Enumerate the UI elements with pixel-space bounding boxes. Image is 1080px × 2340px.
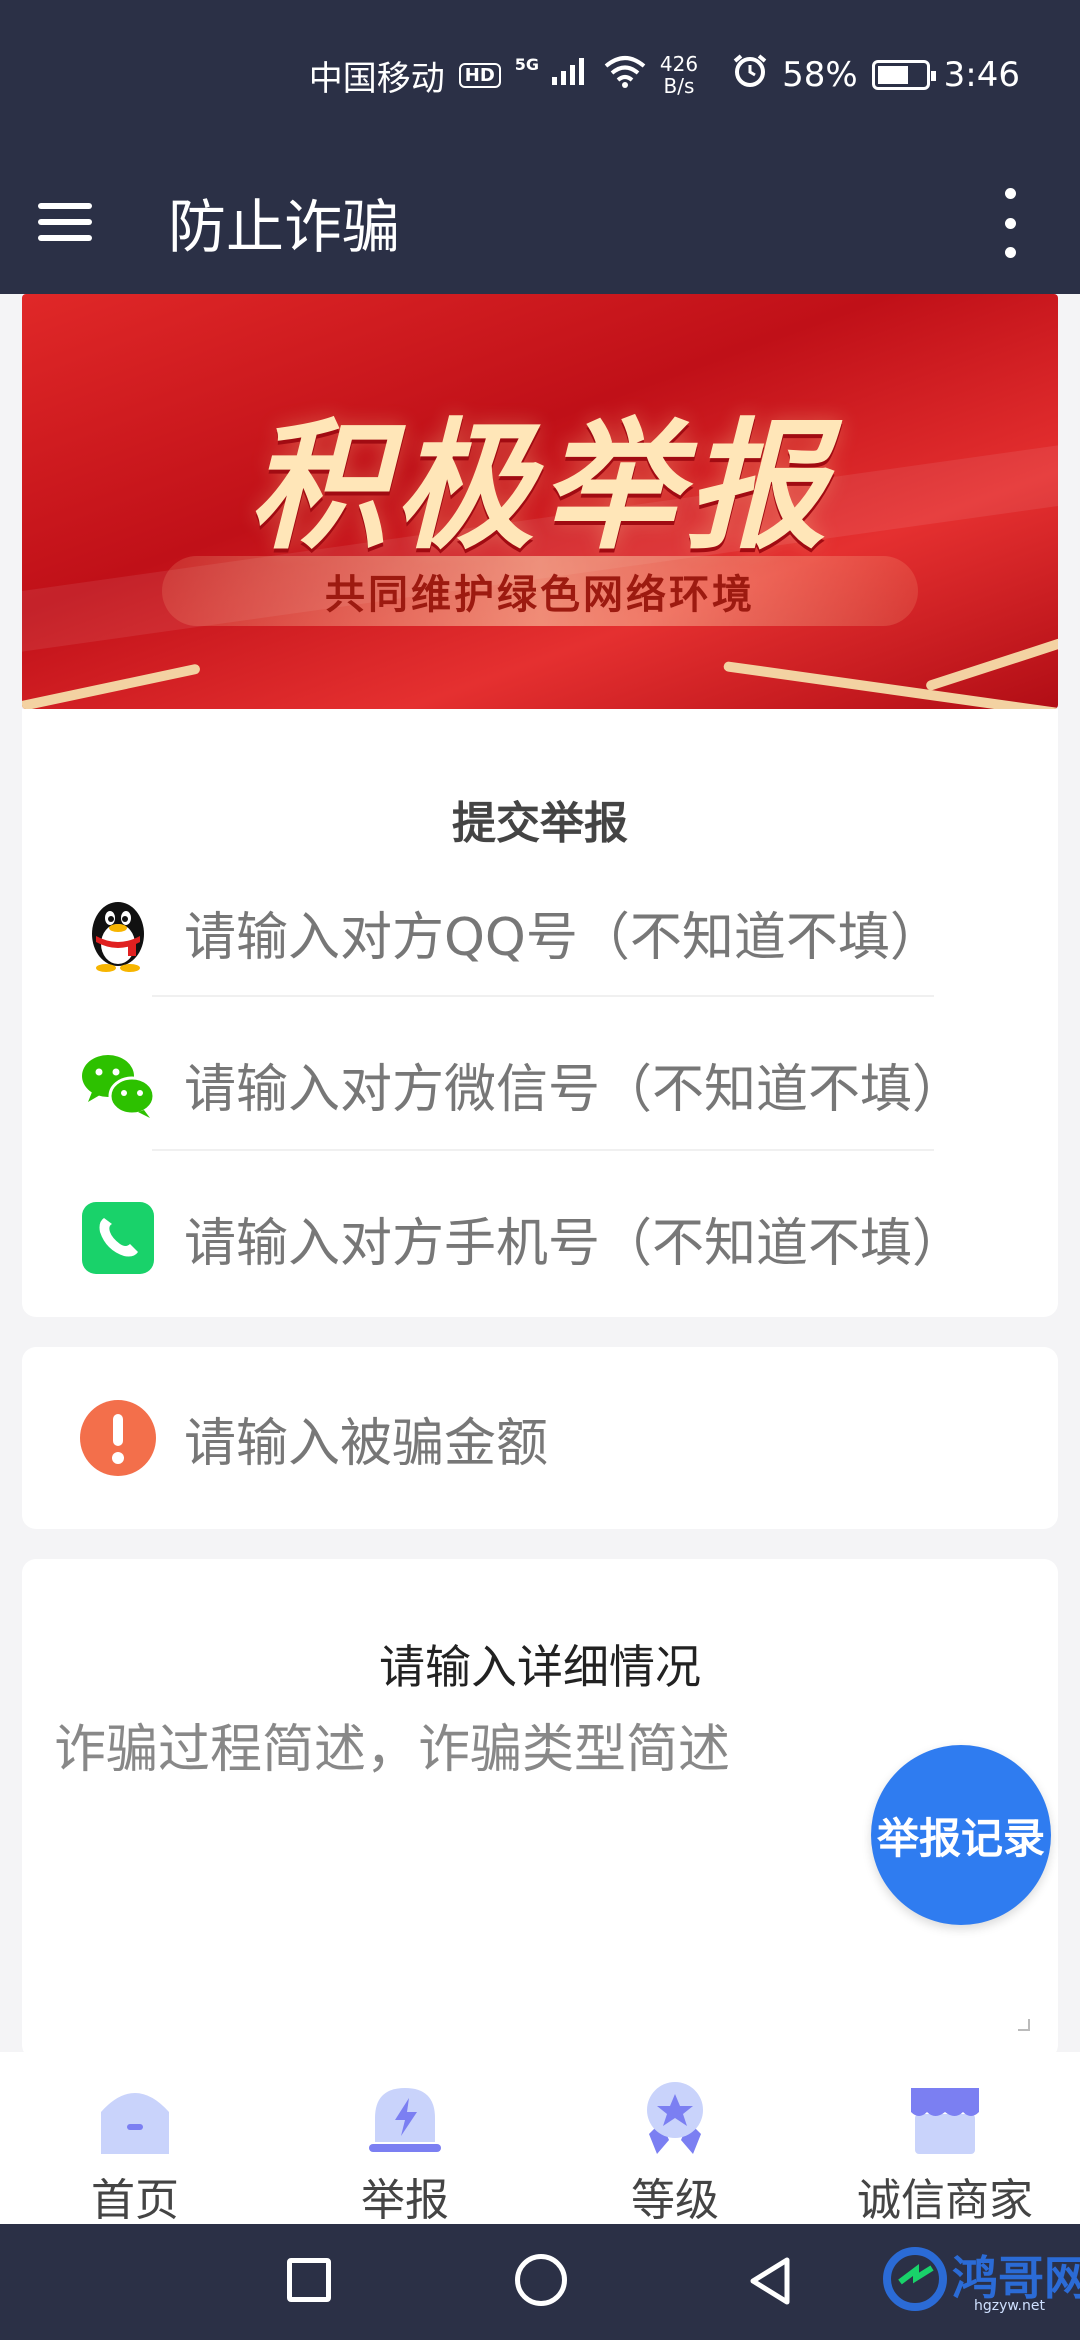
wechat-input[interactable]: 请输入对方微信号（不知道不填） — [184, 1047, 964, 1122]
resize-handle-icon[interactable] — [1018, 2019, 1030, 2031]
wechat-icon — [82, 1055, 156, 1118]
report-history-label: 举报记录 — [876, 1813, 1045, 1863]
detail-textarea[interactable]: 诈骗过程简述，诈骗类型简述 — [54, 1707, 730, 1782]
more-vert-icon[interactable] — [1000, 188, 1020, 258]
status-bar: 中国移动 HD 5G 426 B/s 58% 3:46 — [0, 0, 1080, 150]
amount-input-row[interactable]: 请输入被骗金额 — [22, 1363, 1058, 1513]
qq-input[interactable]: 请输入对方QQ号（不知道不填） — [184, 895, 942, 970]
tab-home-label: 首页 — [91, 2175, 179, 2226]
divider — [152, 1149, 934, 1151]
report-banner: 积极举报 共同维护绿色网络环境 — [22, 294, 1058, 709]
battery-icon — [871, 60, 936, 90]
phone-icon — [82, 1202, 154, 1274]
battery-percent: 58% — [782, 55, 858, 95]
qq-penguin-icon — [92, 902, 144, 972]
wifi-icon — [604, 54, 646, 97]
site-watermark: 鸿哥网 hgzyw.net — [880, 2238, 1080, 2328]
detail-title: 请输入详细情况 — [379, 1640, 701, 1694]
tab-level-label: 等级 — [631, 2175, 719, 2226]
back-nav-icon[interactable] — [745, 2254, 795, 2308]
tab-report-label: 举报 — [361, 2175, 449, 2226]
hamburger-menu-icon[interactable] — [38, 172, 138, 272]
banner-subtitle-pill: 共同维护绿色网络环境 — [162, 556, 918, 626]
phone-input[interactable]: 请输入对方手机号（不知道不填） — [184, 1201, 964, 1276]
carrier-label: 中国移动 — [308, 58, 445, 99]
bottom-tab-bar: 首页 举报 等级 诚信商家 — [0, 2052, 1080, 2226]
report-card: 提交举报 请输入对方QQ号（不知道不填） 请输入对方微信号（不知道不填） 请输入… — [22, 709, 1058, 1317]
wechat-input-row[interactable]: 请输入对方微信号（不知道不填） — [22, 1009, 1058, 1159]
banner-subtitle: 共同维护绿色网络环境 — [325, 572, 755, 618]
tab-merchants-label: 诚信商家 — [857, 2175, 1033, 2226]
app-bar: 防止诈骗 — [0, 150, 1080, 294]
divider — [152, 995, 934, 997]
home-nav-icon[interactable] — [515, 2254, 567, 2306]
tab-level[interactable]: 等级 — [540, 2052, 810, 2226]
alarm-icon — [369, 2088, 441, 2152]
net-speed-value: 426 — [659, 52, 699, 76]
medal-icon — [647, 2082, 703, 2154]
watermark-url: hgzyw.net — [974, 2298, 1045, 2314]
banner-title: 积极举报 — [247, 406, 832, 569]
home-icon — [101, 2093, 169, 2154]
watermark-logo-icon — [883, 2247, 947, 2311]
warning-icon — [80, 1400, 156, 1476]
phone-input-row[interactable]: 请输入对方手机号（不知道不填） — [22, 1163, 1058, 1313]
clock: 3:46 — [943, 55, 1020, 95]
page-title: 防止诈骗 — [168, 193, 401, 261]
tab-home[interactable]: 首页 — [0, 2052, 270, 2226]
alarm-clock-icon — [732, 53, 768, 98]
amount-input[interactable]: 请输入被骗金额 — [184, 1401, 548, 1476]
report-card-title: 提交举报 — [452, 798, 628, 849]
store-icon — [911, 2088, 979, 2154]
tab-merchants[interactable]: 诚信商家 — [810, 2052, 1080, 2226]
signal-type-label: 5G — [514, 54, 540, 74]
signal-icon: 5G — [515, 55, 590, 96]
qq-input-row[interactable]: 请输入对方QQ号（不知道不填） — [22, 857, 1058, 1007]
recent-apps-icon[interactable] — [287, 2258, 331, 2302]
amount-card: 请输入被骗金额 — [22, 1347, 1058, 1529]
net-speed-unit: B/s — [663, 74, 695, 98]
tab-report[interactable]: 举报 — [270, 2052, 540, 2226]
report-history-button[interactable]: 举报记录 — [871, 1745, 1051, 1925]
net-speed: 426 B/s — [660, 53, 698, 97]
hd-badge: HD — [458, 62, 501, 88]
